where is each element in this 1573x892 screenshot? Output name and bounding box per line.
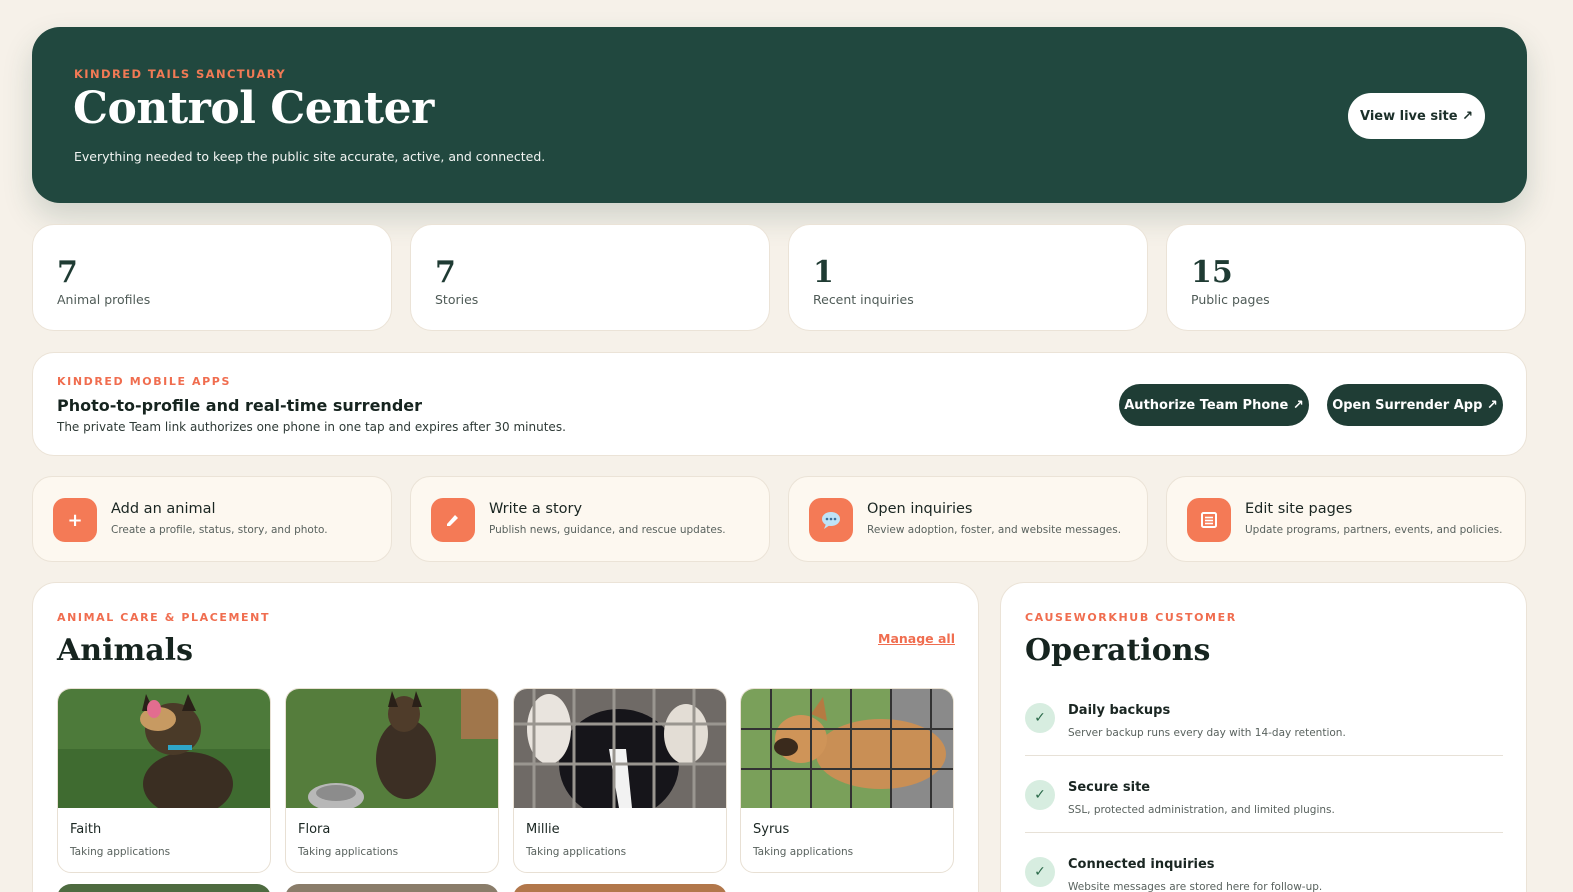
animal-card-peek[interactable] [513, 884, 727, 892]
animals-panel: ANIMAL CARE & PLACEMENT Animals Manage a… [32, 582, 979, 892]
animal-card-peek[interactable] [57, 884, 271, 892]
page-subtitle: Everything needed to keep the public sit… [74, 149, 546, 164]
stat-stories: 7 Stories [410, 224, 770, 331]
divider [1025, 755, 1503, 756]
operation-title: Connected inquiries [1068, 857, 1215, 872]
stat-value: 15 [1191, 255, 1233, 290]
quick-action-title: Write a story [489, 501, 583, 517]
stat-animal-profiles: 7 Animal profiles [32, 224, 392, 331]
animal-card-peek[interactable] [285, 884, 499, 892]
quick-action-add-animal[interactable]: + Add an animal Create a profile, status… [32, 476, 392, 562]
animal-name: Faith [70, 822, 102, 837]
stat-public-pages: 15 Public pages [1166, 224, 1526, 331]
section-title: Photo-to-profile and real-time surrender [57, 396, 423, 415]
animal-name: Millie [526, 822, 560, 837]
animal-photo [286, 689, 498, 808]
operation-item-connected-inquiries: ✓ Connected inquiries Website messages a… [1025, 857, 1503, 892]
stat-recent-inquiries: 1 Recent inquiries [788, 224, 1148, 331]
authorize-team-phone-button[interactable]: Authorize Team Phone ↗ [1119, 384, 1309, 426]
animal-card-faith[interactable]: Faith Taking applications [57, 688, 271, 873]
open-surrender-app-button[interactable]: Open Surrender App ↗ [1327, 384, 1503, 426]
check-icon: ✓ [1025, 780, 1055, 810]
quick-action-desc: Review adoption, foster, and website mes… [867, 524, 1122, 536]
quick-action-edit-site-pages[interactable]: Edit site pages Update programs, partner… [1166, 476, 1526, 562]
quick-action-desc: Update programs, partners, events, and p… [1245, 524, 1503, 536]
animal-name: Syrus [753, 822, 790, 837]
section-title: Animals [57, 633, 193, 668]
operation-item-daily-backups: ✓ Daily backups Server backup runs every… [1025, 703, 1503, 780]
animal-status: Taking applications [298, 846, 399, 858]
quick-action-title: Edit site pages [1245, 501, 1353, 517]
divider [1025, 832, 1503, 833]
mobile-apps-panel: KINDRED MOBILE APPS Photo-to-profile and… [32, 352, 1527, 456]
stat-value: 1 [813, 255, 834, 290]
operation-desc: Server backup runs every day with 14-day… [1068, 727, 1346, 739]
operations-panel: CAUSEWORKHUB CUSTOMER Operations ✓ Daily… [1000, 582, 1527, 892]
animal-card-millie[interactable]: Millie Taking applications [513, 688, 727, 873]
manage-all-link[interactable]: Manage all [878, 631, 955, 646]
animal-card-syrus[interactable]: Syrus Taking applications [740, 688, 954, 873]
animal-status: Taking applications [526, 846, 627, 858]
animal-status: Taking applications [70, 846, 171, 858]
org-name: KINDRED TAILS SANCTUARY [74, 67, 287, 81]
quick-action-desc: Create a profile, status, story, and pho… [111, 524, 328, 536]
stat-value: 7 [57, 255, 78, 290]
section-eyebrow: CAUSEWORKHUB CUSTOMER [1025, 611, 1237, 624]
stat-label: Public pages [1191, 292, 1270, 307]
stat-value: 7 [435, 255, 456, 290]
operation-item-secure-site: ✓ Secure site SSL, protected administrat… [1025, 780, 1503, 857]
pencil-icon [431, 498, 475, 542]
operation-desc: SSL, protected administration, and limit… [1068, 804, 1335, 816]
animal-name: Flora [298, 822, 331, 837]
quick-action-title: Open inquiries [867, 501, 973, 517]
quick-action-desc: Publish news, guidance, and rescue updat… [489, 524, 726, 536]
stat-label: Animal profiles [57, 292, 151, 307]
quick-action-title: Add an animal [111, 501, 216, 517]
section-description: The private Team link authorizes one pho… [57, 420, 566, 434]
animal-status: Taking applications [753, 846, 854, 858]
speech-bubble-icon [809, 498, 853, 542]
operation-title: Secure site [1068, 780, 1151, 795]
hero-banner: KINDRED TAILS SANCTUARY Control Center E… [32, 27, 1527, 203]
section-eyebrow: ANIMAL CARE & PLACEMENT [57, 611, 271, 624]
stat-label: Stories [435, 292, 479, 307]
animal-photo [58, 689, 270, 808]
section-title: Operations [1025, 633, 1211, 668]
view-live-site-button[interactable]: View live site ↗ [1348, 93, 1485, 139]
page-title: Control Center [73, 83, 434, 134]
section-eyebrow: KINDRED MOBILE APPS [57, 375, 231, 388]
animal-photo [741, 689, 953, 808]
plus-icon: + [53, 498, 97, 542]
operation-title: Daily backups [1068, 703, 1171, 718]
animal-photo [514, 689, 726, 808]
check-icon: ✓ [1025, 857, 1055, 887]
operation-desc: Website messages are stored here for fol… [1068, 881, 1323, 892]
document-icon [1187, 498, 1231, 542]
check-icon: ✓ [1025, 703, 1055, 733]
animal-card-flora[interactable]: Flora Taking applications [285, 688, 499, 873]
quick-action-write-story[interactable]: Write a story Publish news, guidance, an… [410, 476, 770, 562]
quick-action-open-inquiries[interactable]: Open inquiries Review adoption, foster, … [788, 476, 1148, 562]
stat-label: Recent inquiries [813, 292, 914, 307]
